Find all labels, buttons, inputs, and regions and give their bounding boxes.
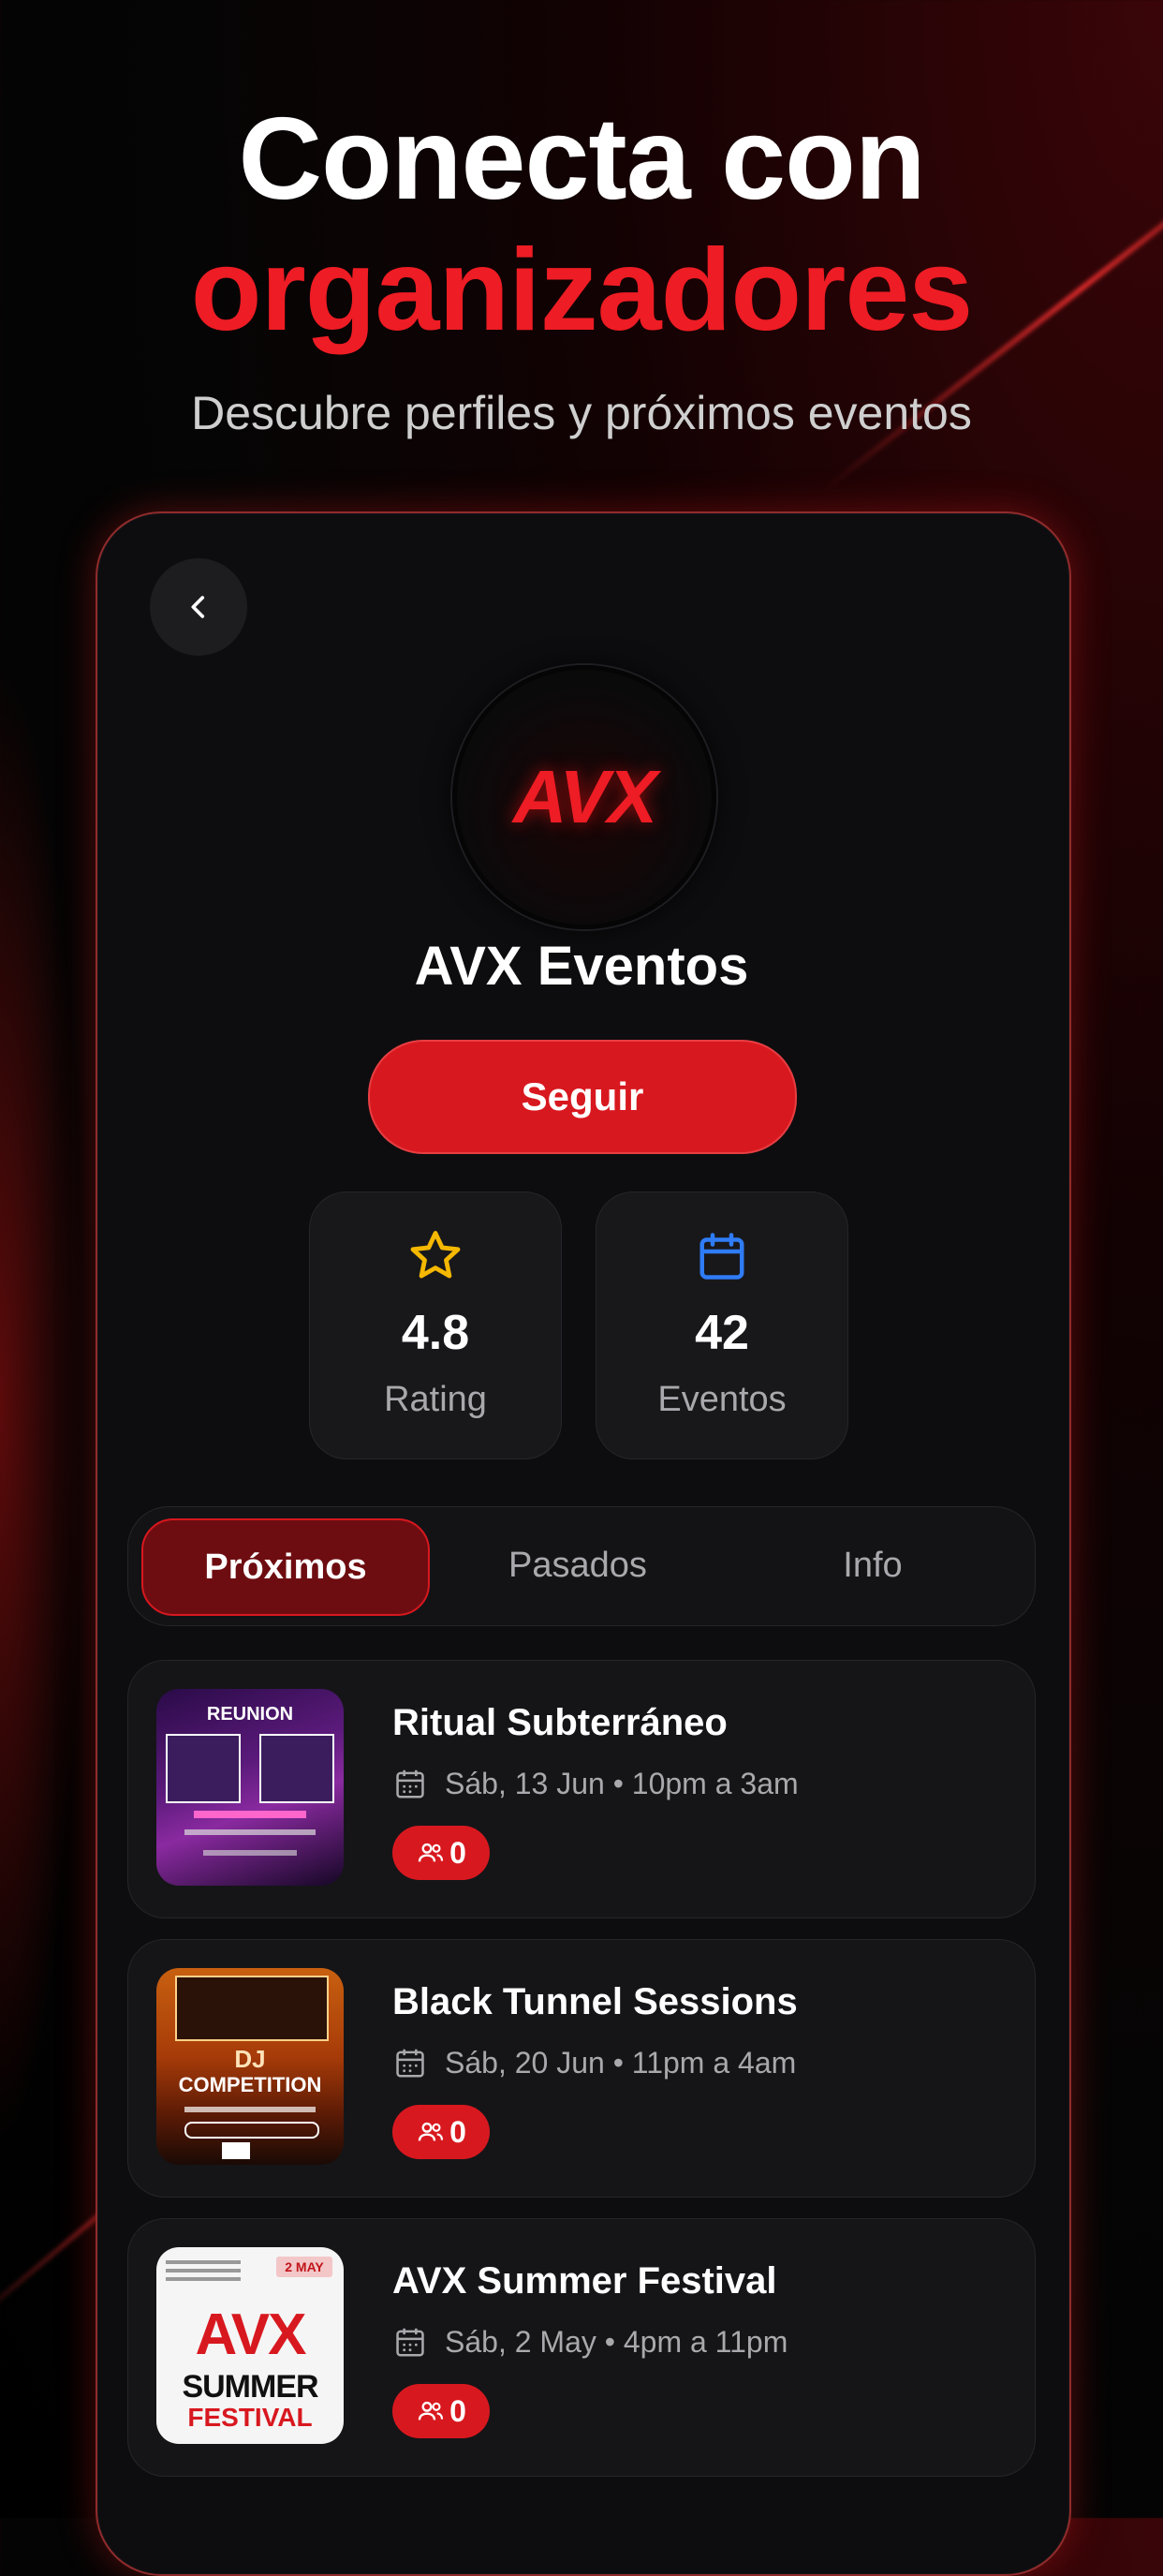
thumbnail-date-tag: 2 MAY [276,2257,332,2277]
event-date-text: Sáb, 2 May • 4pm a 11pm [445,2324,788,2359]
stat-rating: 4.8 Rating [309,1192,562,1459]
star-icon [410,1231,461,1279]
event-date: Sáb, 20 Jun • 11pm a 4am [392,2045,796,2080]
event-title: Black Tunnel Sessions [392,1981,798,2022]
back-button[interactable] [150,558,247,656]
chevron-left-icon [191,596,205,618]
attendees-badge: 0 [392,1826,490,1880]
users-icon [418,2122,444,2141]
hero-title-line1: Conecta con [238,95,925,224]
stat-events: 42 Eventos [596,1192,848,1459]
thumbnail-text: SUMMER [182,2369,318,2405]
attendees-badge: 0 [392,2105,490,2159]
thumbnail-text: FESTIVAL [187,2403,313,2432]
organizer-name: AVX Eventos [414,936,749,997]
event-card[interactable]: DJ COMPETITION Black Tunnel Sessions Sáb… [127,1939,1036,2198]
users-icon [418,1843,444,1862]
event-date: Sáb, 13 Jun • 10pm a 3am [392,1766,799,1801]
tab-info[interactable]: Info [728,1518,1018,1612]
tab-pasados[interactable]: Pasados [437,1518,718,1612]
event-thumbnail: REUNION [156,1689,344,1886]
hero-title: Conecta con organizadores [0,94,1163,356]
organizer-logo: AVX [512,755,658,838]
thumbnail-text: AVX [195,2302,307,2367]
event-thumbnail: 2 MAY AVX SUMMER FESTIVAL [156,2247,344,2444]
event-date-text: Sáb, 13 Jun • 10pm a 3am [445,1766,799,1800]
hero-title-line2: organizadores [190,226,974,355]
thumbnail-text: DJ [234,2045,266,2073]
rating-value: 4.8 [401,1306,470,1360]
follow-button[interactable]: Seguir [368,1040,797,1154]
thumbnail-text: COMPETITION [178,2073,322,2096]
calendar-icon [396,2328,424,2357]
tab-bar: Próximos Pasados Info [127,1506,1036,1626]
calendar-icon [396,1769,424,1799]
event-title: Ritual Subterráneo [392,1702,728,1743]
events-label: Eventos [657,1380,787,1419]
users-icon [418,2401,444,2421]
attendees-count: 0 [449,1835,466,1870]
calendar-icon [699,1233,744,1280]
attendees-badge: 0 [392,2384,490,2438]
event-card[interactable]: REUNION Ritual Subterráneo Sáb, 13 Jun •… [127,1660,1036,1918]
event-date: Sáb, 2 May • 4pm a 11pm [392,2324,788,2360]
background-glow [0,656,84,2154]
thumbnail-text: REUNION [206,1704,294,1725]
event-date-text: Sáb, 20 Jun • 11pm a 4am [445,2045,797,2080]
attendees-count: 0 [449,2114,466,2149]
calendar-icon [396,2049,424,2078]
event-card[interactable]: 2 MAY AVX SUMMER FESTIVAL AVX Summer Fes… [127,2218,1036,2477]
hero-subtitle: Descubre perfiles y próximos eventos [191,387,972,439]
tab-proximos[interactable]: Próximos [141,1518,430,1616]
attendees-count: 0 [449,2393,466,2428]
organizer-avatar: AVX [452,665,716,929]
rating-label: Rating [384,1380,487,1419]
event-title: AVX Summer Festival [392,2260,777,2302]
event-thumbnail: DJ COMPETITION [156,1968,344,2165]
events-count: 42 [695,1306,749,1360]
